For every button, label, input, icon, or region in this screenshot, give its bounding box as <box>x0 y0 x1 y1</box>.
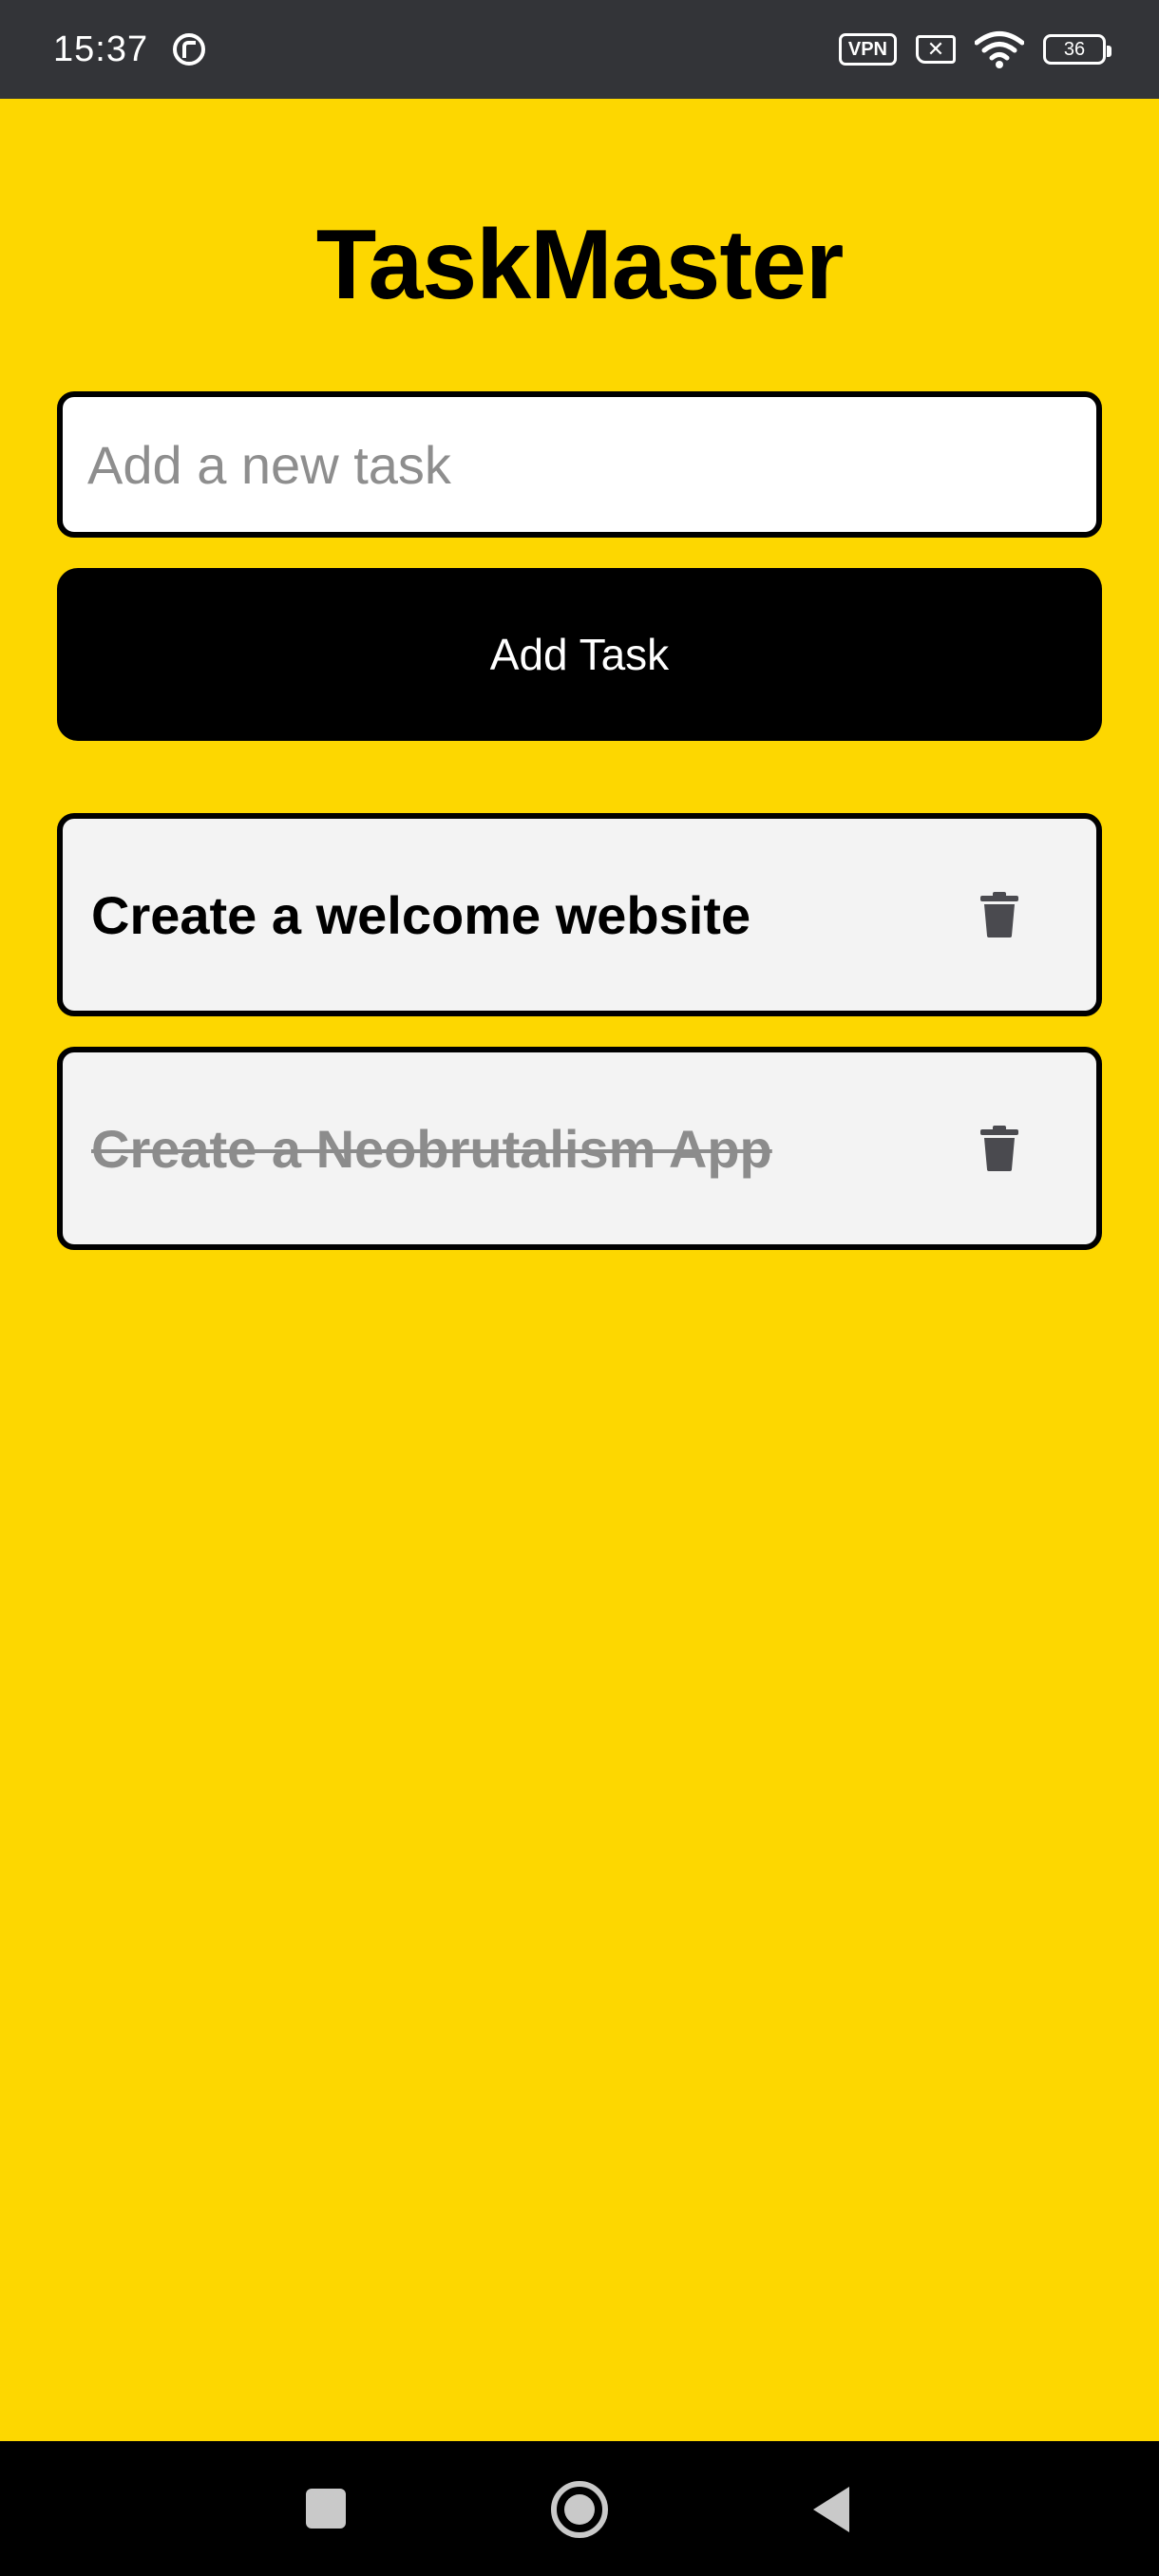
battery-icon: 36 <box>1043 34 1112 65</box>
delete-task-button[interactable] <box>971 1110 1028 1186</box>
home-icon[interactable] <box>551 2481 608 2538</box>
task-text-completed[interactable]: Create a Neobrutalism App <box>91 1118 772 1180</box>
vpn-icon: VPN <box>838 33 897 66</box>
recents-icon[interactable] <box>306 2489 346 2529</box>
trash-icon <box>980 1126 1018 1171</box>
new-task-input[interactable] <box>57 391 1102 538</box>
battery-level: 36 <box>1063 38 1086 60</box>
trash-icon <box>980 892 1018 938</box>
status-time: 15:37 <box>53 28 149 69</box>
back-icon[interactable] <box>813 2487 849 2532</box>
task-item[interactable]: Create a welcome website <box>57 813 1102 1016</box>
app-notification-icon <box>173 33 206 66</box>
task-item[interactable]: Create a Neobrutalism App <box>57 1047 1102 1250</box>
app-title: TaskMaster <box>315 210 845 320</box>
system-nav-bar <box>0 2441 1159 2576</box>
sim-disabled-icon: ✕ <box>916 35 956 64</box>
wifi-icon <box>975 31 1024 68</box>
add-task-button[interactable]: Add Task <box>57 568 1102 741</box>
delete-task-button[interactable] <box>971 877 1028 953</box>
status-bar: 15:37 VPN ✕ 36 <box>0 0 1159 99</box>
task-text[interactable]: Create a welcome website <box>91 884 750 946</box>
status-icons: VPN ✕ 36 <box>838 30 1112 68</box>
